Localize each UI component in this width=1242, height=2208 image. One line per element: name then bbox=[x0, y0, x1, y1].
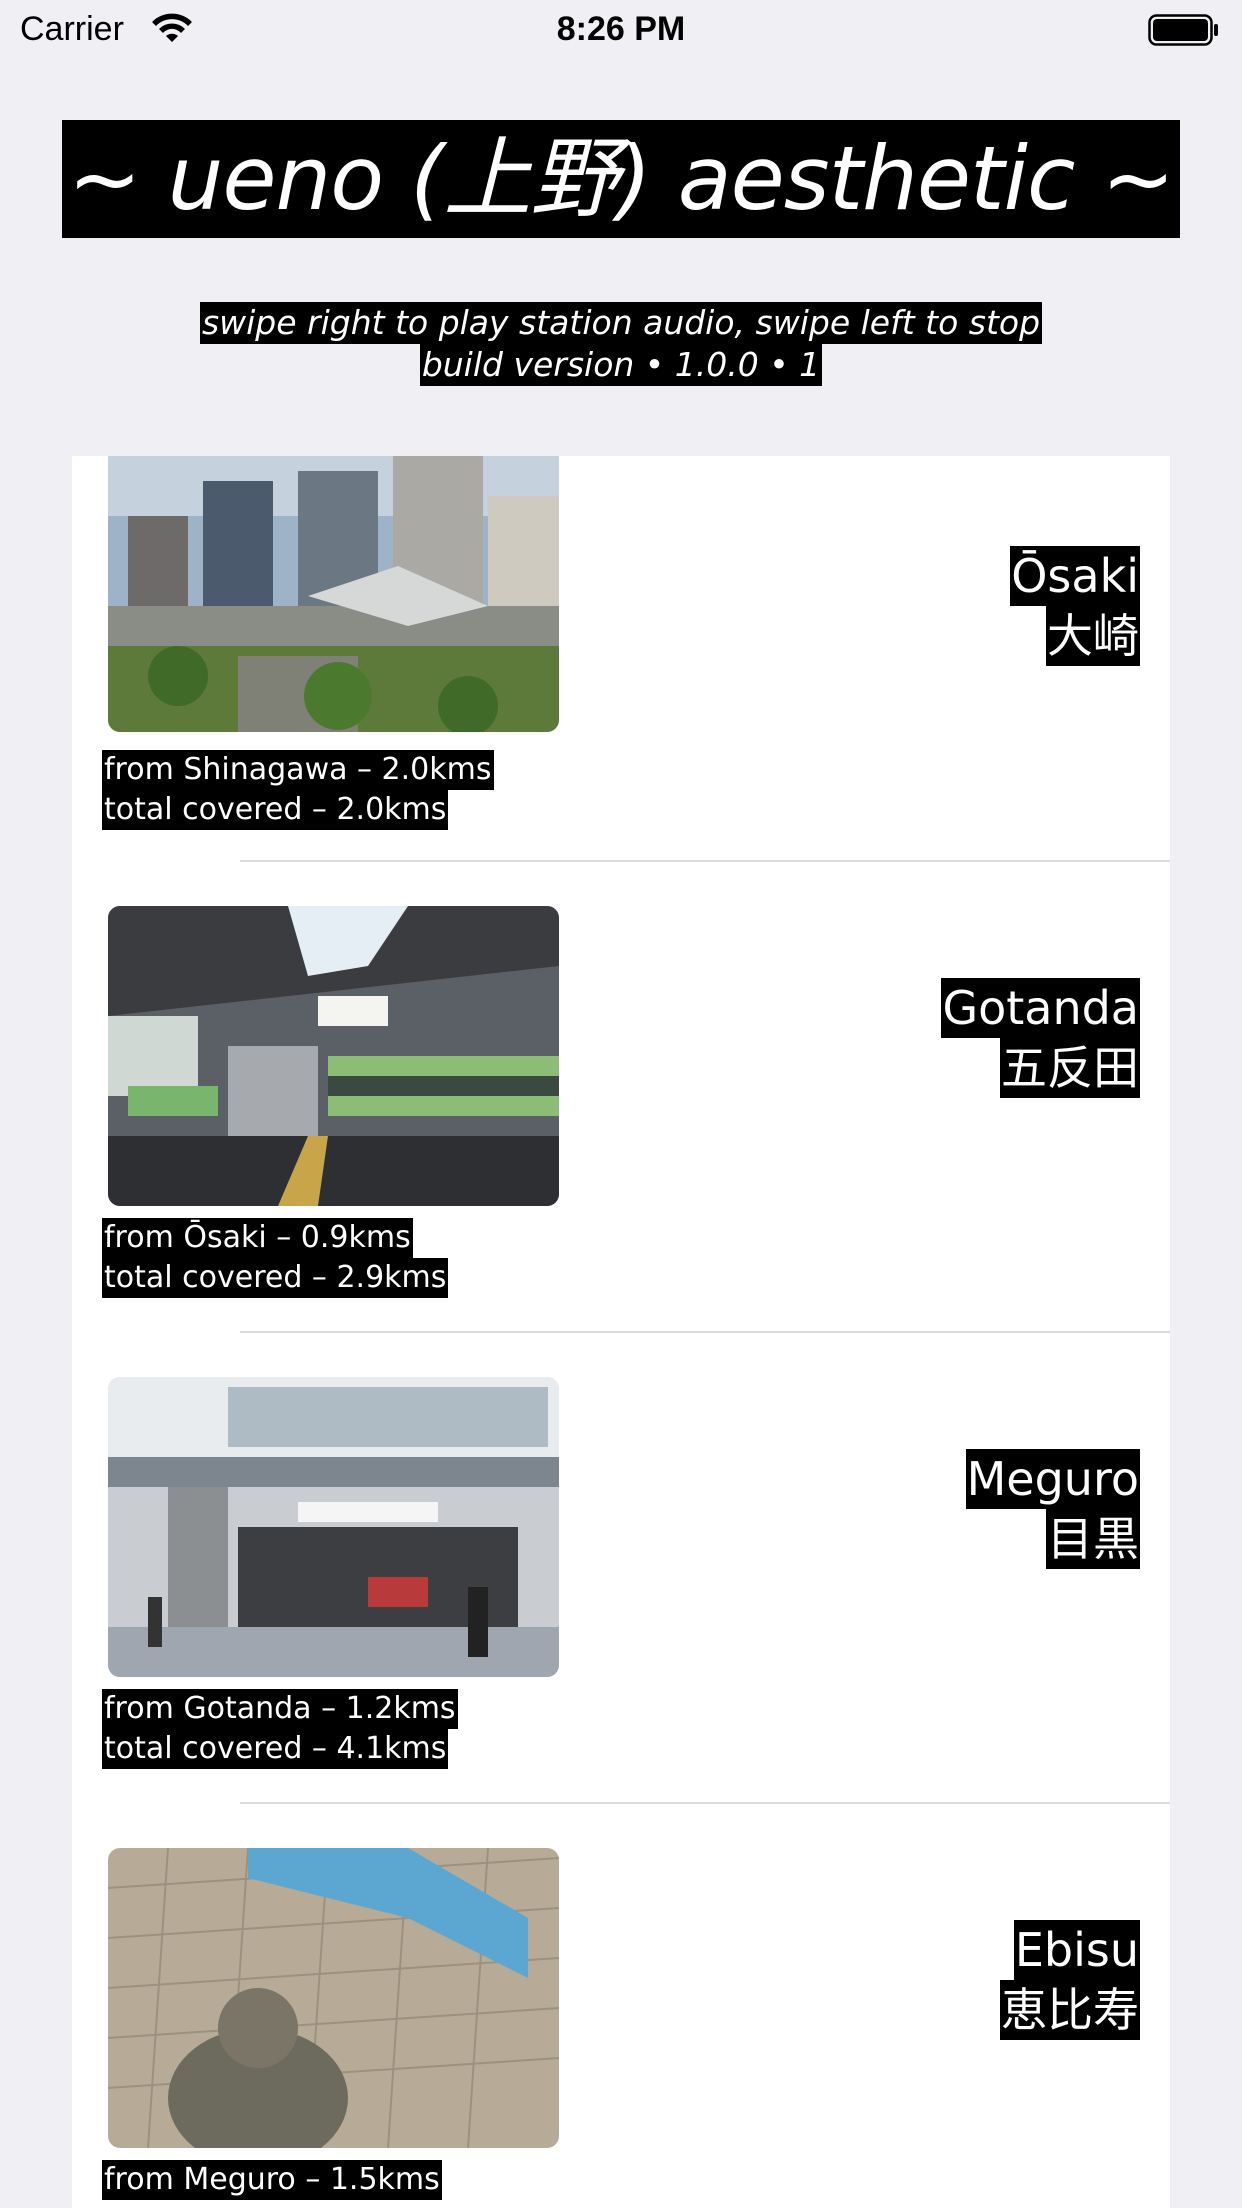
station-name-japanese: 恵比寿 bbox=[1000, 1980, 1140, 2040]
station-name-japanese: 大崎 bbox=[1046, 606, 1140, 666]
station-name-english: Ōsaki bbox=[1010, 546, 1140, 606]
station-photo bbox=[108, 456, 559, 732]
page-title: ~ ueno (上野) aesthetic ~ bbox=[61, 120, 1181, 238]
total-distance: total covered – 4.1kms bbox=[102, 1729, 449, 1769]
distance-from-previous: from Meguro – 1.5kms bbox=[102, 2160, 442, 2200]
header: ~ ueno (上野) aesthetic ~ bbox=[0, 120, 1242, 238]
station-row[interactable]: Meguro 目黒 from Gotanda – 1.2kms total co… bbox=[72, 1333, 1170, 1804]
station-row[interactable]: Ōsaki 大崎 from Shinagawa – 2.0kms total c… bbox=[72, 456, 1170, 862]
station-name-english: Meguro bbox=[965, 1449, 1140, 1509]
distance-from-previous: from Shinagawa – 2.0kms bbox=[102, 750, 494, 790]
distance-info: from Meguro – 1.5kms bbox=[102, 2160, 442, 2200]
station-names: Meguro 目黒 bbox=[965, 1449, 1140, 1569]
station-row[interactable]: Gotanda 五反田 from Ōsaki – 0.9kms total co… bbox=[72, 862, 1170, 1333]
status-bar: Carrier 8:26 PM bbox=[0, 0, 1242, 60]
total-distance: total covered – 2.0kms bbox=[102, 790, 449, 830]
station-name-english: Gotanda bbox=[941, 978, 1140, 1038]
total-distance: total covered – 2.9kms bbox=[102, 1258, 449, 1298]
station-names: Ōsaki 大崎 bbox=[1010, 546, 1140, 666]
clock-label: 8:26 PM bbox=[556, 10, 686, 48]
station-photo bbox=[108, 906, 559, 1206]
station-row[interactable]: Ebisu 恵比寿 from Meguro – 1.5kms bbox=[72, 1804, 1170, 2208]
station-list[interactable]: Ōsaki 大崎 from Shinagawa – 2.0kms total c… bbox=[72, 456, 1170, 2208]
distance-from-previous: from Gotanda – 1.2kms bbox=[102, 1689, 458, 1729]
distance-info: from Ōsaki – 0.9kms total covered – 2.9k… bbox=[102, 1218, 449, 1298]
distance-info: from Shinagawa – 2.0kms total covered – … bbox=[102, 750, 494, 830]
station-name-japanese: 五反田 bbox=[1000, 1038, 1140, 1098]
station-names: Ebisu 恵比寿 bbox=[1000, 1920, 1140, 2040]
station-name-japanese: 目黒 bbox=[1046, 1509, 1140, 1569]
battery-full-icon bbox=[1148, 14, 1218, 46]
station-photo bbox=[108, 1848, 559, 2148]
distance-info: from Gotanda – 1.2kms total covered – 4.… bbox=[102, 1689, 458, 1769]
station-name-english: Ebisu bbox=[1013, 1920, 1140, 1980]
build-version: build version • 1.0.0 • 1 bbox=[419, 344, 823, 386]
station-photo bbox=[108, 1377, 559, 1677]
station-names: Gotanda 五反田 bbox=[941, 978, 1140, 1098]
subtitle-block: swipe right to play station audio, swipe… bbox=[0, 302, 1242, 386]
swipe-instructions: swipe right to play station audio, swipe… bbox=[199, 302, 1043, 344]
distance-from-previous: from Ōsaki – 0.9kms bbox=[102, 1218, 413, 1258]
